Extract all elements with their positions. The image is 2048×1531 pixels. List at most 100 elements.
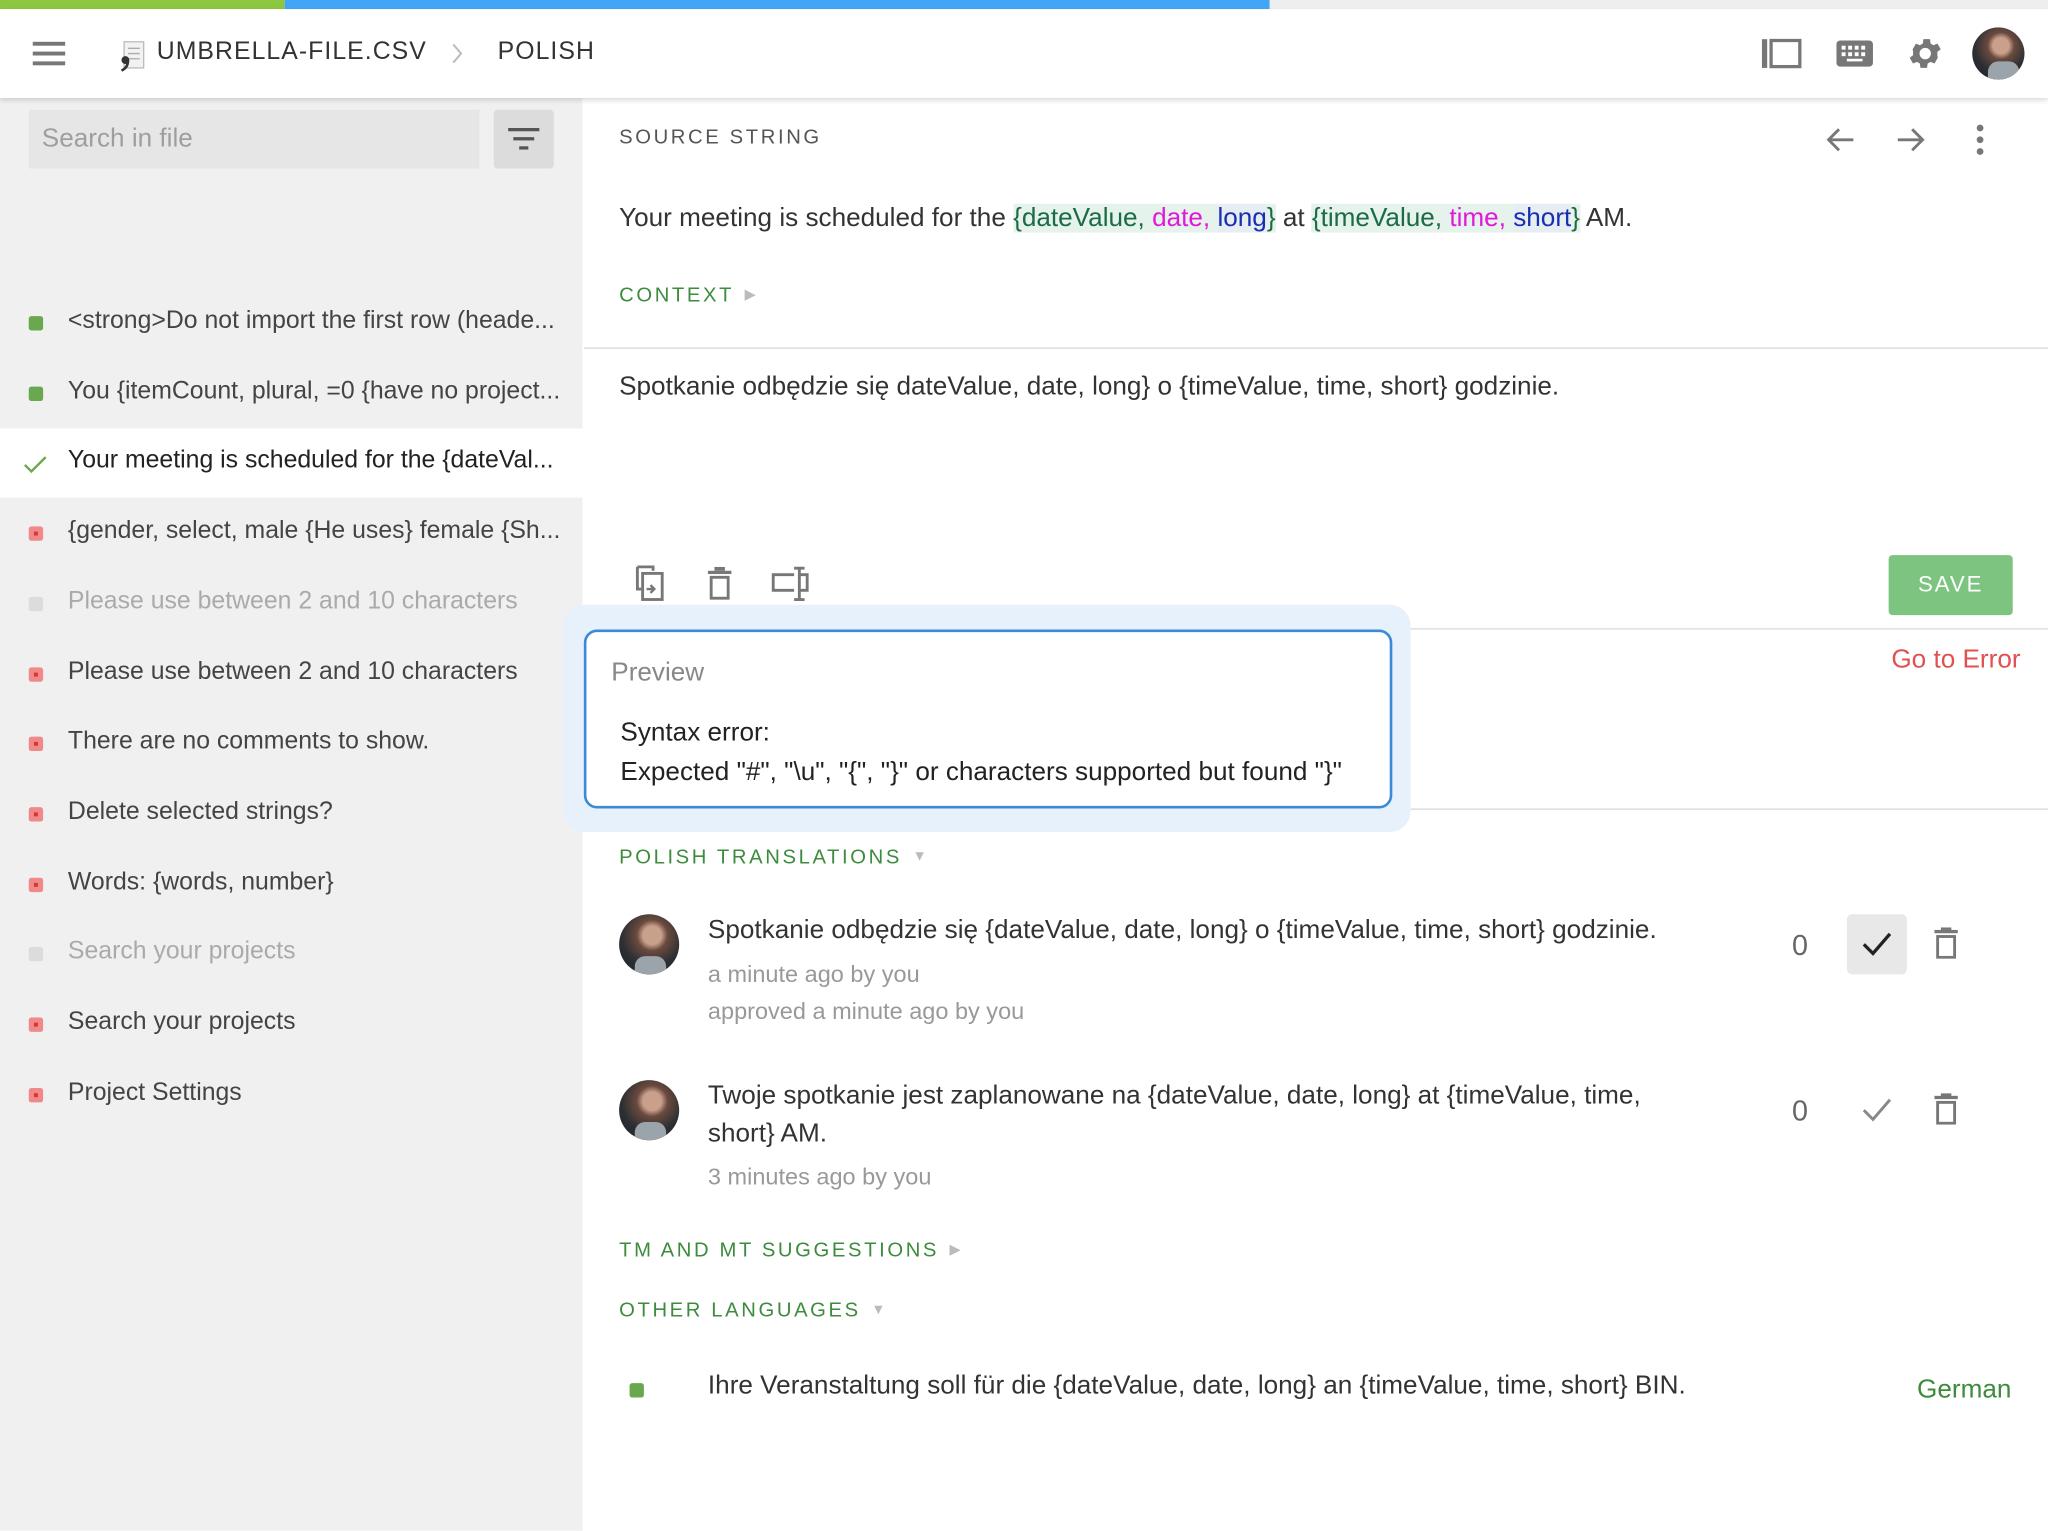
polish-translations-toggle[interactable]: POLISH TRANSLATIONS ▼ — [619, 846, 927, 870]
string-list-item[interactable]: Words: {words, number} — [0, 850, 583, 919]
language-breadcrumb[interactable]: POLISH — [498, 38, 595, 67]
status-green-icon — [28, 316, 44, 331]
other-languages-label: OTHER LANGUAGES — [619, 1299, 861, 1322]
string-list-item[interactable]: Project Settings — [0, 1060, 583, 1129]
progress-bar — [0, 0, 2048, 10]
editor-panel: SOURCE STRING Your meeting is scheduled … — [562, 98, 2048, 1531]
translation-meta: a minute ago by you — [707, 961, 920, 988]
string-list-item[interactable]: {gender, select, male {He uses} female {… — [0, 499, 583, 568]
string-list-item[interactable]: There are no comments to show. — [0, 709, 583, 778]
string-list-item-label: Please use between 2 and 10 characters — [67, 587, 518, 615]
more-options-icon[interactable] — [1974, 124, 1987, 155]
string-list-item-label: You {itemCount, plural, =0 {have no proj… — [67, 377, 561, 405]
delete-icon[interactable] — [1934, 1093, 1958, 1125]
divider — [1410, 628, 2048, 630]
csv-file-icon — [120, 41, 145, 72]
string-list-item-label: There are no comments to show. — [67, 727, 430, 756]
translation-textarea[interactable]: Spotkanie odbędzie się dateValue, date, … — [619, 372, 2003, 529]
source-string-text: Your meeting is scheduled for the {dateV… — [619, 203, 1632, 234]
string-list-item-label: {gender, select, male {He uses} female {… — [67, 517, 561, 545]
translator-avatar — [619, 914, 680, 975]
string-list-item-label: Search your projects — [67, 938, 296, 966]
context-toggle[interactable]: CONTEXT ▶ — [619, 285, 756, 309]
source-string-label: SOURCE STRING — [619, 126, 822, 149]
copy-source-icon[interactable] — [631, 565, 665, 603]
translation-approved-meta: approved a minute ago by you — [707, 997, 1025, 1024]
string-list-item[interactable]: Search your projects — [0, 990, 583, 1059]
status-approved-icon — [629, 1383, 644, 1398]
other-language-item[interactable]: Ihre Veranstaltung soll für die {dateVal… — [584, 1365, 2048, 1417]
other-language-name[interactable]: German — [1917, 1375, 2011, 1405]
string-list-item[interactable]: Please use between 2 and 10 characters — [0, 569, 583, 638]
translation-meta: 3 minutes ago by you — [707, 1163, 932, 1190]
file-name-breadcrumb[interactable]: UMBRELLA-FILE.CSV — [157, 38, 427, 67]
string-list-item-label: Search your projects — [67, 1008, 296, 1036]
preview-title: Preview — [611, 658, 705, 688]
save-button[interactable]: SAVE — [1888, 555, 2013, 616]
string-list-item[interactable]: <strong>Do not import the first row (hea… — [0, 289, 583, 358]
delete-icon[interactable] — [1934, 927, 1958, 959]
keyboard-icon[interactable] — [1836, 38, 1873, 69]
header: UMBRELLA-FILE.CSV POLISH — [0, 9, 2048, 98]
divider — [1410, 808, 2048, 810]
syntax-error-message: Expected "#", "\u", "{", "}" or characte… — [620, 757, 1342, 787]
source-text-segment: at — [1275, 203, 1312, 233]
unapprove-button[interactable] — [1846, 914, 1907, 975]
caret-down-icon: ▼ — [912, 848, 927, 865]
string-list-item[interactable]: Your meeting is scheduled for the {dateV… — [0, 428, 583, 499]
status-gray-icon — [28, 596, 44, 611]
filter-button[interactable] — [493, 109, 554, 169]
translation-text: Twoje spotkanie jest zaplanowane na {dat… — [707, 1081, 1641, 1149]
status-green-icon — [28, 386, 44, 401]
status-red-icon — [28, 1017, 44, 1032]
clear-icon[interactable] — [707, 566, 733, 601]
approve-button[interactable] — [1847, 1080, 1907, 1140]
other-language-text: Ihre Veranstaltung soll für die {dateVal… — [707, 1371, 1686, 1401]
gear-icon[interactable] — [1906, 34, 1945, 73]
translated-progress — [284, 0, 1270, 10]
search-input[interactable] — [28, 109, 480, 169]
placeholder-segment — [1505, 203, 1514, 233]
status-red-icon — [28, 526, 44, 541]
string-list-item-label: Please use between 2 and 10 characters — [67, 657, 518, 686]
string-list-item[interactable]: Delete selected strings? — [0, 780, 583, 849]
user-avatar[interactable] — [1972, 27, 2025, 80]
polish-translations-label: POLISH TRANSLATIONS — [619, 846, 902, 869]
translation-text: Spotkanie odbędzie się {dateValue, date,… — [707, 915, 1657, 945]
status-gray-icon — [28, 947, 44, 962]
check-icon — [23, 456, 47, 474]
string-list-item-label: <strong>Do not import the first row (hea… — [67, 306, 555, 335]
arrow-right-icon[interactable] — [1895, 125, 1926, 154]
caret-down-icon: ▼ — [871, 1302, 886, 1318]
string-list-item[interactable]: Search your projects — [0, 920, 583, 989]
suggestions-toggle[interactable]: TM AND MT SUGGESTIONS ▶ — [619, 1240, 960, 1264]
divider — [583, 347, 2048, 349]
preview-panel: Preview Syntax error: Expected "#", "\u"… — [583, 629, 1393, 809]
suggestions-label: TM AND MT SUGGESTIONS — [619, 1239, 940, 1262]
source-text-segment: Your meeting is scheduled for the — [619, 203, 1014, 233]
status-red-icon — [28, 877, 44, 892]
string-list-item[interactable]: You {itemCount, plural, =0 {have no proj… — [0, 359, 583, 428]
vote-count: 0 — [1791, 1094, 1808, 1128]
hamburger-icon[interactable] — [32, 40, 66, 66]
placeholder-segment: long — [1217, 203, 1267, 233]
placeholder-segment: short — [1513, 203, 1572, 233]
insert-placeholder-icon[interactable] — [771, 564, 810, 603]
context-label: CONTEXT — [619, 284, 735, 307]
caret-right-icon: ▶ — [949, 1242, 961, 1258]
string-list-item-label: Project Settings — [67, 1078, 242, 1106]
other-languages-toggle[interactable]: OTHER LANGUAGES ▼ — [619, 1300, 885, 1324]
check-icon — [1862, 1098, 1892, 1122]
status-red-icon — [28, 736, 44, 752]
arrow-left-icon[interactable] — [1825, 125, 1856, 154]
string-list-item-label: Your meeting is scheduled for the {dateV… — [67, 447, 554, 475]
placeholder-segment: } — [1571, 203, 1581, 233]
caret-right-icon: ▶ — [744, 287, 756, 304]
sidebar-toggle-icon[interactable] — [1761, 38, 1803, 69]
placeholder-segment: date, — [1152, 203, 1211, 233]
placeholder-segment: time, — [1449, 203, 1506, 233]
placeholder-segment: } — [1266, 203, 1276, 233]
go-to-error-link[interactable]: Go to Error — [1891, 645, 2020, 675]
translator-avatar — [619, 1080, 680, 1141]
string-list-item[interactable]: Please use between 2 and 10 characters — [0, 639, 583, 708]
